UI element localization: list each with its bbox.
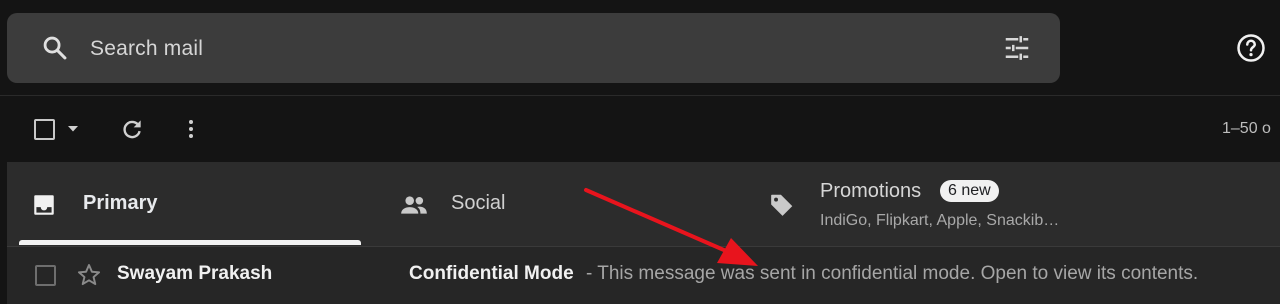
tab-social[interactable]: Social bbox=[375, 162, 747, 246]
email-sender: Swayam Prakash bbox=[117, 263, 273, 284]
header-divider bbox=[0, 95, 1280, 96]
search-icon[interactable] bbox=[41, 34, 69, 62]
select-all-checkbox[interactable] bbox=[34, 119, 55, 140]
more-vert-icon[interactable] bbox=[179, 116, 203, 142]
search-bar[interactable]: Search mail bbox=[7, 13, 1060, 83]
help-icon[interactable] bbox=[1236, 33, 1266, 63]
category-tabs: Primary Social Promotions 6 new IndiGo, … bbox=[7, 162, 1280, 246]
people-icon bbox=[401, 196, 427, 214]
tab-primary-label: Primary bbox=[83, 192, 158, 214]
tab-social-label: Social bbox=[451, 192, 506, 214]
inbox-icon bbox=[34, 195, 54, 215]
tab-primary[interactable]: Primary bbox=[7, 162, 375, 246]
star-outline-icon[interactable] bbox=[76, 262, 102, 288]
tab-promotions-label: Promotions bbox=[820, 180, 922, 202]
email-snippet: - This message was sent in confidential … bbox=[586, 263, 1199, 284]
email-checkbox[interactable] bbox=[35, 265, 56, 286]
active-tab-indicator bbox=[19, 240, 361, 245]
pagination-text[interactable]: 1–50 o bbox=[1222, 120, 1271, 138]
row-divider bbox=[7, 246, 1280, 247]
email-subject: Confidential Mode bbox=[409, 263, 574, 284]
search-input[interactable]: Search mail bbox=[90, 37, 203, 61]
tag-icon bbox=[771, 194, 793, 216]
new-count-badge: 6 new bbox=[940, 180, 999, 202]
chevron-down-icon[interactable] bbox=[66, 124, 80, 134]
tune-icon[interactable] bbox=[1002, 33, 1032, 63]
gmail-window: Search mail 1–50 o Primary Social Promot… bbox=[0, 0, 1280, 304]
promotions-senders: IndiGo, Flipkart, Apple, Snackib… bbox=[820, 212, 1060, 229]
refresh-icon[interactable] bbox=[119, 116, 145, 142]
email-row[interactable]: Swayam Prakash Confidential Mode - This … bbox=[7, 246, 1280, 304]
tab-promotions[interactable]: Promotions 6 new IndiGo, Flipkart, Apple… bbox=[747, 162, 1280, 246]
